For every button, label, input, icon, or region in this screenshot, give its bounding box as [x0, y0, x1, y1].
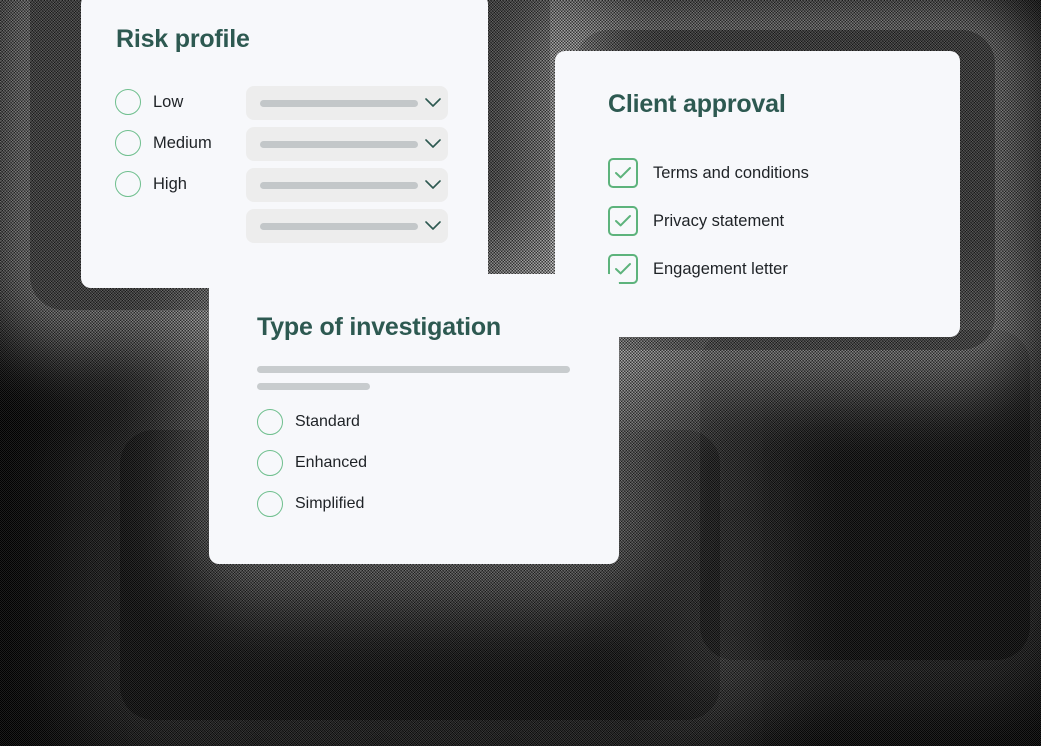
chevron-down-icon[interactable]: [418, 139, 448, 149]
radio-icon[interactable]: [257, 409, 283, 435]
radio-option-simplified[interactable]: Simplified: [257, 491, 364, 517]
radio-icon[interactable]: [115, 130, 141, 156]
dropdown-field-1[interactable]: [246, 86, 448, 120]
dropdown-field-2[interactable]: [246, 127, 448, 161]
checkbox-checked-icon[interactable]: [608, 206, 638, 236]
page-title-risk-profile: Risk profile: [116, 25, 250, 53]
page-title-type-of-investigation: Type of investigation: [257, 313, 501, 341]
glow-lower-right: [700, 330, 1030, 660]
radio-label: Low: [153, 92, 184, 111]
radio-option-medium[interactable]: Medium: [115, 130, 212, 156]
radio-label: Medium: [153, 133, 212, 152]
dropdown-field-4[interactable]: [246, 209, 448, 243]
card-type-of-investigation: Type of investigation Standard Enhanced …: [209, 274, 619, 564]
checkbox-label: Terms and conditions: [653, 163, 809, 182]
dropdown-field-3[interactable]: [246, 168, 448, 202]
checkbox-label: Engagement letter: [653, 259, 788, 278]
chevron-down-icon[interactable]: [418, 98, 448, 108]
radio-label: Standard: [295, 413, 360, 430]
checkbox-label: Privacy statement: [653, 211, 785, 230]
placeholder-bar-short: [257, 383, 370, 390]
placeholder-bar: [260, 140, 418, 148]
placeholder-bar: [260, 222, 418, 230]
checkbox-row-engagement-letter[interactable]: Engagement letter: [608, 254, 788, 284]
placeholder-bar: [260, 181, 418, 189]
radio-option-enhanced[interactable]: Enhanced: [257, 450, 367, 476]
screenshot-stage: Risk profile Low Medium High Client appr…: [0, 0, 1041, 746]
radio-label: Simplified: [295, 495, 365, 512]
radio-icon[interactable]: [115, 89, 141, 115]
chevron-down-icon[interactable]: [418, 180, 448, 190]
radio-label: High: [153, 174, 187, 193]
radio-option-high[interactable]: High: [115, 171, 187, 197]
checkbox-checked-icon[interactable]: [608, 158, 638, 188]
radio-icon[interactable]: [115, 171, 141, 197]
radio-option-low[interactable]: Low: [115, 89, 183, 115]
checkbox-row-terms-and-conditions[interactable]: Terms and conditions: [608, 158, 809, 188]
radio-option-standard[interactable]: Standard: [257, 409, 360, 435]
checkbox-row-privacy-statement[interactable]: Privacy statement: [608, 206, 784, 236]
card-risk-profile: Risk profile Low Medium High: [81, 0, 488, 288]
radio-icon[interactable]: [257, 491, 283, 517]
placeholder-bar-long: [257, 366, 570, 373]
radio-icon[interactable]: [257, 450, 283, 476]
chevron-down-icon[interactable]: [418, 221, 448, 231]
page-title-client-approval: Client approval: [608, 90, 786, 118]
radio-label: Enhanced: [295, 454, 368, 471]
placeholder-bar: [260, 99, 418, 107]
